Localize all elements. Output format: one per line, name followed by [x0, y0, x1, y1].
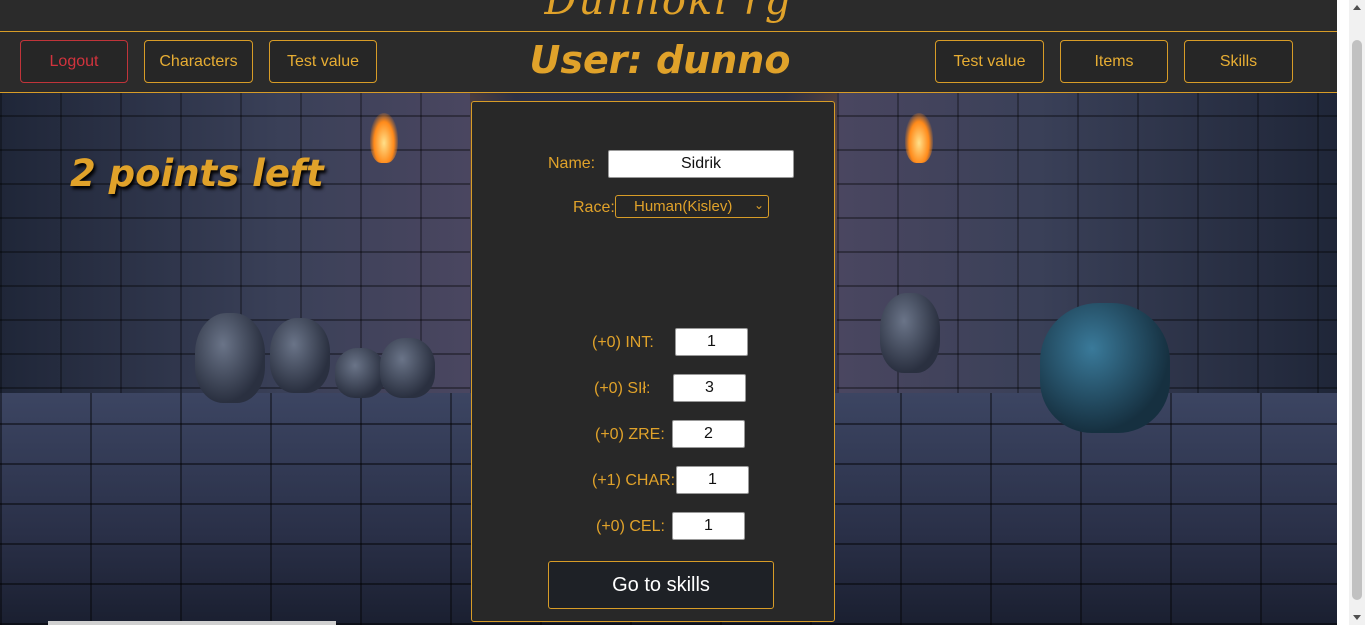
top-navbar: Logout Characters Test value User: dunno…: [0, 31, 1337, 93]
stat-cel-input[interactable]: 1: [672, 512, 745, 540]
pot-icon: [380, 338, 435, 398]
brand-title: Dunnoki rg: [544, 0, 793, 24]
items-button[interactable]: Items: [1060, 40, 1168, 83]
name-label: Name:: [548, 155, 596, 172]
scroll-down-icon[interactable]: [1353, 615, 1361, 620]
scrollbar-thumb[interactable]: [1352, 40, 1362, 600]
race-label: Race:: [573, 199, 615, 216]
pot-icon: [880, 293, 940, 373]
stat-int-label: (+0) INT:: [592, 334, 654, 351]
test-value-right-button[interactable]: Test value: [935, 40, 1044, 83]
stat-zre-input[interactable]: 2: [672, 420, 745, 448]
pot-icon: [195, 313, 265, 403]
stat-char-label: (+1) CHAR:: [592, 472, 676, 489]
scroll-up-icon[interactable]: [1353, 5, 1361, 10]
stat-int-input[interactable]: 1: [675, 328, 748, 356]
points-left-counter: 2 points left: [70, 152, 324, 195]
pot-icon: [1040, 303, 1170, 433]
stat-sil-label: (+0) SIł:: [594, 380, 651, 397]
name-input[interactable]: Sidrik: [608, 150, 794, 178]
page-edge: [1337, 0, 1349, 625]
horizontal-scrollbar[interactable]: [48, 621, 336, 625]
stat-sil-input[interactable]: 3: [673, 374, 746, 402]
logout-button[interactable]: Logout: [20, 40, 128, 83]
torch-icon: [905, 113, 933, 163]
stat-cel-label: (+0) CEL:: [596, 518, 665, 535]
torch-icon: [370, 113, 398, 163]
stat-char-input[interactable]: 1: [676, 466, 749, 494]
character-creation-panel: Name: Sidrik Race: Human(Kislev) ⌄ (+0) …: [471, 101, 835, 622]
page-title: User: dunno: [529, 38, 791, 82]
race-select-value: Human(Kislev): [634, 198, 733, 215]
stat-zre-label: (+0) ZRE:: [595, 426, 665, 443]
test-value-left-button[interactable]: Test value: [269, 40, 377, 83]
app-brand-header: Dunnoki rg: [0, 0, 1337, 31]
pot-icon: [335, 348, 385, 398]
skills-button[interactable]: Skills: [1184, 40, 1293, 83]
pot-icon: [270, 318, 330, 393]
vertical-scrollbar[interactable]: [1349, 0, 1365, 625]
go-to-skills-button[interactable]: Go to skills: [548, 561, 774, 609]
chevron-down-icon: ⌄: [753, 198, 764, 212]
characters-button[interactable]: Characters: [144, 40, 253, 83]
race-select[interactable]: Human(Kislev) ⌄: [615, 195, 769, 218]
